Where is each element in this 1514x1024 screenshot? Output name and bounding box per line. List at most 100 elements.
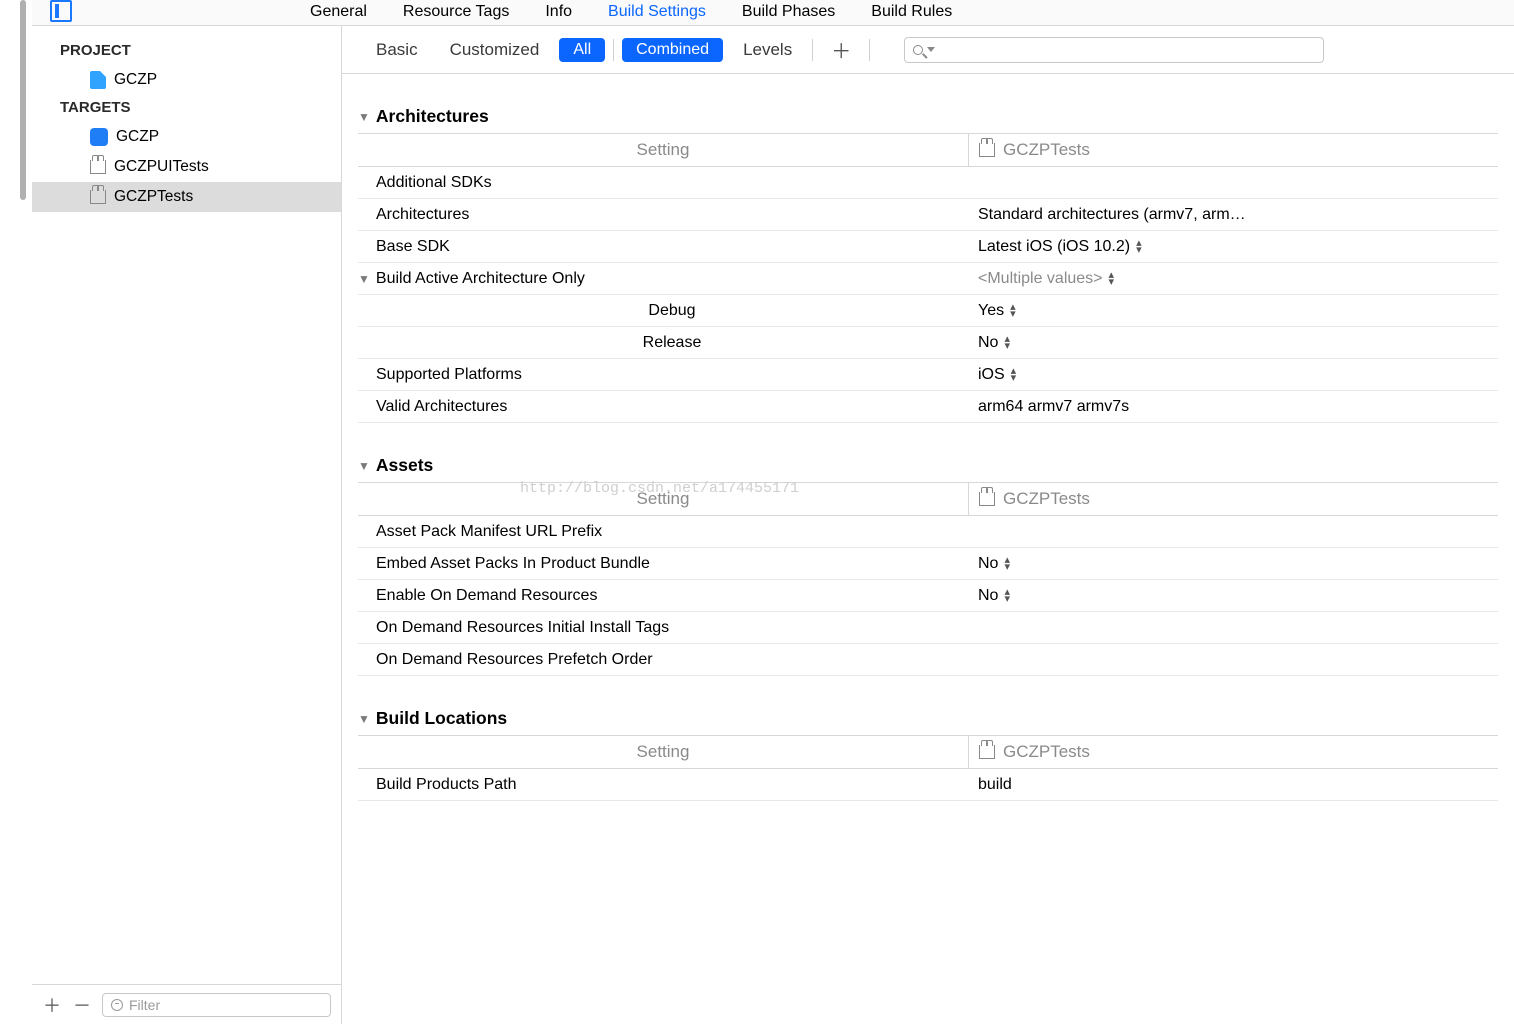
group-header[interactable]: ▼ Build Locations [358, 708, 1498, 736]
setting-value[interactable]: Standard architectures (armv7, arm… [968, 206, 1498, 224]
setting-key: Valid Architectures [358, 398, 968, 416]
search-scope-chevron-icon [927, 47, 935, 52]
add-setting-button[interactable]: ＋ [817, 35, 865, 64]
group-header[interactable]: ▼ Assets [358, 455, 1498, 483]
setting-row[interactable]: On Demand Resources Initial Install Tags [358, 612, 1498, 644]
setting-row[interactable]: Architectures Standard architectures (ar… [358, 199, 1498, 231]
build-settings-panel: Basic Customized All Combined Levels ＋ [342, 26, 1514, 1024]
sidebar-project-header: PROJECT [32, 38, 341, 65]
tab-build-phases[interactable]: Build Phases [724, 3, 853, 21]
setting-value[interactable]: No [968, 587, 1498, 605]
setting-value[interactable]: build [968, 776, 1498, 794]
group-title: Build Locations [376, 708, 507, 729]
window-scroll-thumb[interactable] [20, 0, 26, 200]
project-targets-sidebar: PROJECT GCZP TARGETS GCZP GCZPUITests GC… [32, 26, 342, 1024]
sidebar-target-tests[interactable]: GCZPTests [32, 182, 341, 212]
sidebar-project-item[interactable]: GCZP [32, 65, 341, 95]
column-target-label: GCZPTests [1003, 742, 1090, 762]
group-assets: ▼ Assets Setting GCZPTests Asset Pack Ma… [358, 455, 1498, 676]
view-combined[interactable]: Combined [622, 38, 723, 62]
group-title: Architectures [376, 106, 489, 127]
toolbar-separator [613, 39, 614, 61]
disclosure-triangle-icon[interactable]: ▼ [358, 272, 370, 286]
test-target-icon [979, 745, 995, 759]
setting-key: On Demand Resources Prefetch Order [358, 651, 968, 669]
sidebar-target-app[interactable]: GCZP [32, 122, 341, 152]
column-target-header: GCZPTests [968, 736, 1498, 768]
setting-key: Build Products Path [358, 776, 968, 794]
setting-key: Asset Pack Manifest URL Prefix [358, 523, 968, 541]
setting-key: Release [358, 334, 968, 352]
settings-search-input[interactable] [904, 37, 1324, 63]
toolbar-separator [869, 39, 870, 61]
add-target-button[interactable]: ＋ [42, 992, 62, 1018]
scope-customized[interactable]: Customized [434, 40, 556, 60]
scope-basic[interactable]: Basic [360, 40, 434, 60]
setting-key: ▼ Build Active Architecture Only [358, 270, 968, 288]
setting-value[interactable]: No [968, 334, 1498, 352]
setting-value[interactable]: Latest iOS (iOS 10.2) [968, 238, 1498, 256]
sidebar-footer: ＋ － Filter [32, 984, 341, 1024]
tab-general[interactable]: General [292, 3, 385, 21]
popup-stepper-icon [1011, 368, 1015, 382]
sidebar-targets-header: TARGETS [32, 95, 341, 122]
scope-all[interactable]: All [559, 38, 605, 62]
remove-target-button[interactable]: － [72, 992, 92, 1018]
sidebar-target-uitests[interactable]: GCZPUITests [32, 152, 341, 182]
disclosure-triangle-icon: ▼ [358, 459, 370, 473]
tab-resource-tags[interactable]: Resource Tags [385, 3, 527, 21]
setting-row[interactable]: Embed Asset Packs In Product Bundle No [358, 548, 1498, 580]
test-target-icon [979, 143, 995, 157]
setting-key: On Demand Resources Initial Install Tags [358, 619, 968, 637]
tab-build-rules[interactable]: Build Rules [853, 3, 970, 21]
filter-icon [111, 999, 123, 1011]
disclosure-triangle-icon: ▼ [358, 110, 370, 124]
column-target-label: GCZPTests [1003, 140, 1090, 160]
search-icon [913, 45, 923, 55]
setting-row[interactable]: Asset Pack Manifest URL Prefix [358, 516, 1498, 548]
setting-key: Supported Platforms [358, 366, 968, 384]
disclosure-triangle-icon: ▼ [358, 712, 370, 726]
setting-key: Enable On Demand Resources [358, 587, 968, 605]
setting-row[interactable]: Supported Platforms iOS [358, 359, 1498, 391]
column-setting-header: Setting [358, 483, 968, 515]
popup-stepper-icon [1004, 336, 1008, 350]
setting-row[interactable]: On Demand Resources Prefetch Order [358, 644, 1498, 676]
setting-key: Additional SDKs [358, 174, 968, 192]
setting-value[interactable]: No [968, 555, 1498, 573]
popup-stepper-icon [1004, 557, 1008, 571]
group-build-locations: ▼ Build Locations Setting GCZPTests Buil… [358, 708, 1498, 801]
sidebar-project-label: GCZP [114, 71, 157, 89]
targets-filter-input[interactable]: Filter [102, 993, 331, 1017]
column-setting-header: Setting [358, 134, 968, 166]
filter-placeholder: Filter [129, 997, 160, 1013]
popup-stepper-icon [1010, 304, 1014, 318]
setting-row[interactable]: Build Products Path build [358, 769, 1498, 801]
show-navigator-icon[interactable] [50, 0, 72, 22]
sidebar-target-label: GCZPTests [114, 188, 193, 206]
setting-value[interactable]: Yes [968, 302, 1498, 320]
test-target-icon [979, 492, 995, 506]
setting-subrow[interactable]: Release No [358, 327, 1498, 359]
build-settings-toolbar: Basic Customized All Combined Levels ＋ [342, 26, 1514, 74]
test-target-icon [90, 190, 106, 204]
setting-row[interactable]: Base SDK Latest iOS (iOS 10.2) [358, 231, 1498, 263]
setting-value[interactable]: arm64 armv7 armv7s [968, 398, 1498, 416]
setting-row[interactable]: Valid Architectures arm64 armv7 armv7s [358, 391, 1498, 423]
setting-value[interactable]: iOS [968, 366, 1498, 384]
column-target-header: GCZPTests [968, 134, 1498, 166]
setting-row[interactable]: Additional SDKs [358, 167, 1498, 199]
setting-value[interactable]: <Multiple values> [968, 270, 1498, 288]
group-header[interactable]: ▼ Architectures [358, 106, 1498, 134]
popup-stepper-icon [1004, 589, 1008, 603]
column-target-label: GCZPTests [1003, 489, 1090, 509]
tab-build-settings[interactable]: Build Settings [590, 3, 724, 21]
setting-row[interactable]: Enable On Demand Resources No [358, 580, 1498, 612]
view-levels[interactable]: Levels [727, 40, 808, 60]
group-title: Assets [376, 455, 433, 476]
setting-subrow[interactable]: Debug Yes [358, 295, 1498, 327]
app-target-icon [90, 128, 108, 146]
setting-row-expandable[interactable]: ▼ Build Active Architecture Only <Multip… [358, 263, 1498, 295]
tab-info[interactable]: Info [527, 3, 590, 21]
popup-stepper-icon [1136, 240, 1140, 254]
